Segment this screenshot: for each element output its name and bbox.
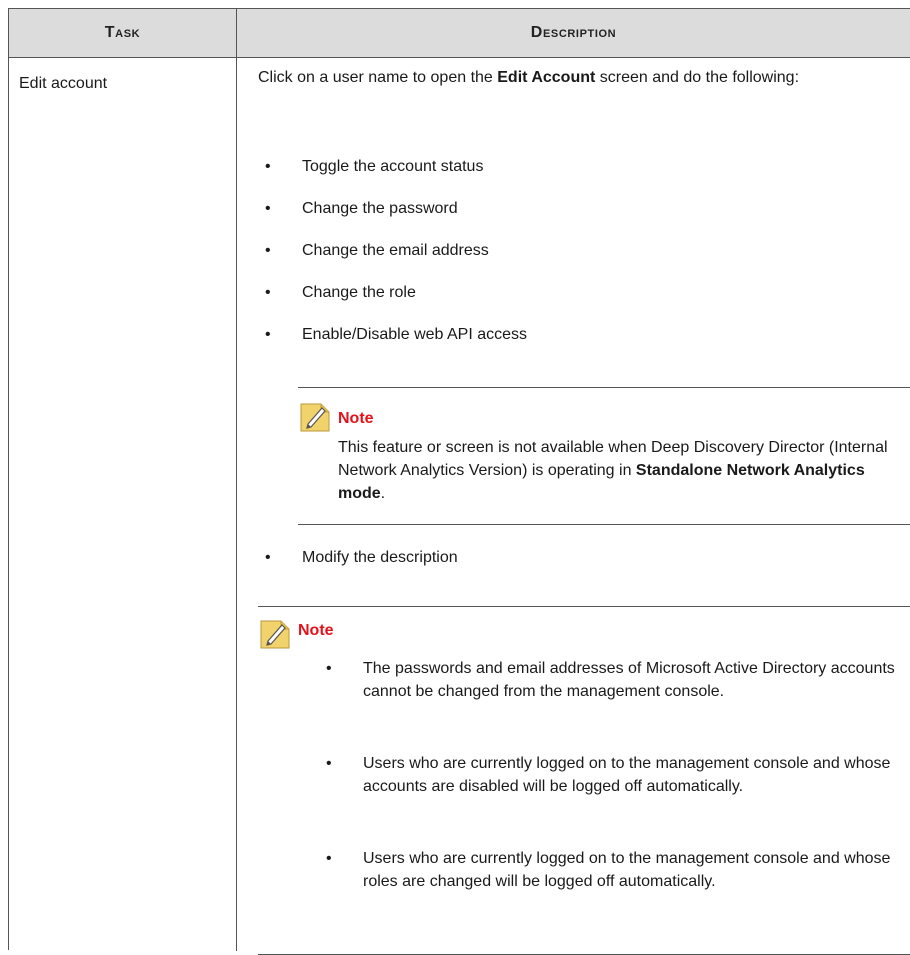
bullet-dot: • xyxy=(326,755,332,772)
list-item-text: Modify the description xyxy=(302,549,458,566)
note-title: Note xyxy=(298,622,334,639)
intro-bold: Edit Account xyxy=(497,69,596,86)
bullet-dot: • xyxy=(326,850,332,867)
bullet-dot: • xyxy=(265,242,271,259)
column-divider xyxy=(236,9,237,951)
intro-text: Click on a user name to open the xyxy=(258,69,498,86)
note-list-item-text: Users who are currently logged on to the… xyxy=(363,755,891,795)
table-header: Task Description xyxy=(9,9,910,58)
bullet-dot: • xyxy=(265,549,271,566)
list-item-text: Change the role xyxy=(302,284,416,301)
list-item-text: Change the password xyxy=(302,200,458,217)
note-text-end: . xyxy=(380,485,386,502)
list-item-text: Toggle the account status xyxy=(302,158,484,175)
list-item-text: Enable/Disable web API access xyxy=(302,326,528,343)
task-table: Task Description Edit account Click on a… xyxy=(8,8,910,955)
note-list-item-text: The passwords and email addresses of Mic… xyxy=(363,660,895,700)
bullet-dot: • xyxy=(265,200,271,217)
header-description: Description xyxy=(530,24,617,41)
note-box: Note This feature or screen is not avail… xyxy=(298,387,910,525)
header-task: Task xyxy=(104,24,141,41)
note-box: Note • The passwords and email addresses … xyxy=(258,606,910,955)
bullet-dot: • xyxy=(265,326,271,343)
note-title: Note xyxy=(338,410,374,427)
note-list-item-text: Users who are currently logged on to the… xyxy=(363,850,891,890)
note-body: This feature or screen is not available … xyxy=(338,436,910,505)
note-pencil-icon xyxy=(298,400,332,434)
task-name: Edit account xyxy=(19,75,108,92)
bullet-dot: • xyxy=(265,158,271,175)
intro-text-end: screen and do the following: xyxy=(595,69,800,86)
note-pencil-icon xyxy=(258,617,292,651)
list-item-text: Change the email address xyxy=(302,242,489,259)
bullet-dot: • xyxy=(265,284,271,301)
description-intro: Click on a user name to open the Edit Ac… xyxy=(258,66,888,89)
bullet-dot: • xyxy=(326,660,332,677)
